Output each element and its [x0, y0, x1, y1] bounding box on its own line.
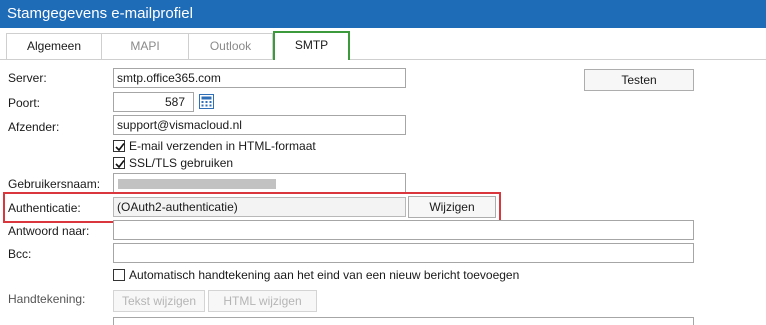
- server-label: Server:: [8, 71, 47, 85]
- sender-label: Afzender:: [8, 120, 60, 134]
- calculator-icon[interactable]: [199, 94, 214, 109]
- tab-outlook[interactable]: Outlook: [188, 33, 273, 59]
- reply-to-input[interactable]: [113, 220, 694, 240]
- bcc-input[interactable]: [113, 243, 694, 263]
- signature-label: Handtekening:: [8, 292, 86, 306]
- test-button[interactable]: Testen: [584, 69, 694, 91]
- tab-divider: [0, 59, 766, 60]
- username-input[interactable]: [113, 173, 406, 193]
- ssl-tls-checkbox[interactable]: SSL/TLS gebruiken: [113, 155, 313, 171]
- checkbox-box[interactable]: [113, 269, 125, 281]
- reply-to-label: Antwoord naar:: [8, 224, 90, 238]
- tab-strip: Algemeen MAPI Outlook SMTP: [0, 28, 766, 60]
- html-format-label: E-mail verzenden in HTML-formaat: [129, 139, 316, 153]
- username-label: Gebruikersnaam:: [8, 177, 101, 191]
- checkmark-icon: [115, 160, 125, 169]
- checkmark-icon: [115, 143, 125, 152]
- tab-smtp[interactable]: SMTP: [273, 31, 350, 60]
- html-format-checkbox[interactable]: E-mail verzenden in HTML-formaat: [113, 138, 373, 154]
- tab-mapi[interactable]: MAPI: [101, 33, 189, 59]
- edit-text-button[interactable]: Tekst wijzigen: [113, 290, 205, 312]
- checkbox-box[interactable]: [113, 140, 125, 152]
- tab-algemeen[interactable]: Algemeen: [6, 33, 102, 59]
- change-authentication-button[interactable]: Wijzigen: [408, 196, 496, 218]
- port-input[interactable]: 587: [113, 92, 194, 112]
- auto-signature-checkbox[interactable]: Automatisch handtekening aan het eind va…: [113, 267, 543, 283]
- ssl-tls-label: SSL/TLS gebruiken: [129, 156, 234, 170]
- sender-input[interactable]: support@vismacloud.nl: [113, 115, 406, 135]
- bcc-label: Bcc:: [8, 247, 32, 261]
- authentication-label: Authenticatie:: [8, 201, 81, 215]
- redacted-value: [118, 179, 276, 189]
- port-label: Poort:: [8, 96, 41, 110]
- checkbox-box[interactable]: [113, 157, 125, 169]
- authentication-field: (OAuth2-authenticatie): [113, 197, 406, 217]
- signature-preview: [113, 317, 694, 325]
- auto-signature-label: Automatisch handtekening aan het eind va…: [129, 268, 520, 282]
- window-title: Stamgegevens e-mailprofiel: [0, 0, 766, 28]
- edit-html-button[interactable]: HTML wijzigen: [208, 290, 317, 312]
- server-input[interactable]: smtp.office365.com: [113, 68, 406, 88]
